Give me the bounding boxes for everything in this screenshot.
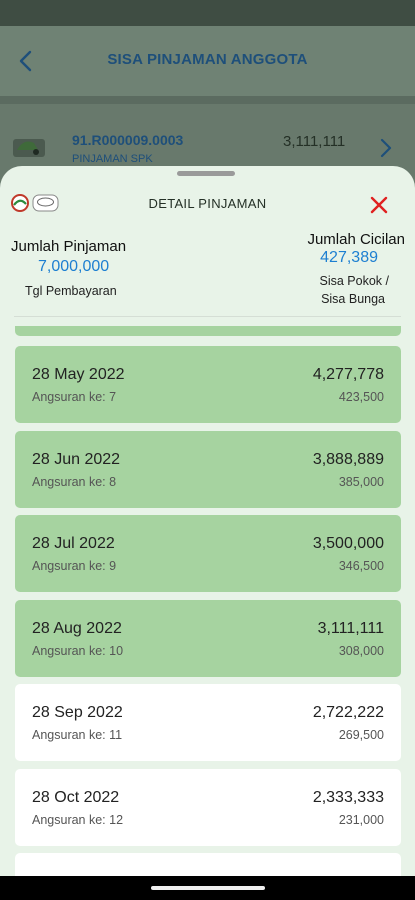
status-bar — [0, 0, 415, 26]
installment-row[interactable]: 28 Jul 2022 Angsuran ke: 9 3,500,000 346… — [15, 515, 401, 592]
installment-date: 28 Sep 2022 — [32, 704, 123, 721]
installment-row-partial — [15, 326, 401, 336]
system-navigation-bar — [0, 876, 415, 900]
loan-total-label: Jumlah Pinjaman — [11, 238, 127, 255]
payment-date-header: Tgl Pembayaran — [25, 284, 117, 298]
close-icon — [370, 196, 388, 214]
installment-row[interactable]: 28 Jun 2022 Angsuran ke: 8 3,888,889 385… — [15, 431, 401, 508]
loan-logo-icon — [13, 139, 45, 157]
divider — [14, 316, 401, 317]
close-button[interactable] — [364, 190, 394, 220]
remaining-interest: 231,000 — [338, 813, 384, 827]
installment-number: Angsuran ke: 8 — [32, 475, 117, 489]
installment-number: Angsuran ke: 9 — [32, 559, 117, 573]
page-title: SISA PINJAMAN ANGGOTA — [107, 51, 308, 68]
loan-remaining-amount: 3,111,111 — [283, 133, 346, 150]
loan-code: 91.R000009.0003 — [72, 132, 184, 148]
remaining-principal: 2,333,333 — [312, 789, 384, 806]
installment-number: Angsuran ke: 7 — [32, 390, 117, 404]
installment-number: Angsuran ke: 10 — [32, 644, 124, 658]
sheet-title: DETAIL PINJAMAN — [148, 196, 267, 211]
installment-row[interactable]: 28 Oct 2022 Angsuran ke: 12 2,333,333 23… — [15, 769, 401, 846]
remaining-interest: 385,000 — [338, 475, 384, 489]
remaining-principal: 2,722,222 — [312, 704, 384, 721]
remaining-interest: 308,000 — [338, 644, 384, 658]
installment-number: Angsuran ke: 11 — [32, 728, 123, 742]
remaining-interest: 423,500 — [338, 390, 384, 404]
remaining-principal: 3,888,889 — [312, 451, 384, 468]
loan-type: PINJAMAN SPK — [72, 153, 153, 165]
installment-number: Angsuran ke: 12 — [32, 813, 124, 827]
remaining-principal: 3,500,000 — [312, 535, 384, 552]
installment-date: 28 Jun 2022 — [32, 451, 121, 468]
drag-handle[interactable] — [177, 171, 235, 176]
installment-row[interactable]: 28 Sep 2022 Angsuran ke: 11 2,722,222 26… — [15, 684, 401, 761]
installment-date: 28 Jul 2022 — [32, 535, 115, 552]
remaining-principal-header: Sisa Pokok / — [319, 274, 389, 288]
installment-list[interactable]: 28 May 2022 Angsuran ke: 7 4,277,778 423… — [15, 326, 401, 876]
remaining-principal: 4,277,778 — [312, 366, 384, 383]
installment-date: 28 Oct 2022 — [32, 789, 120, 806]
app-bar: SISA PINJAMAN ANGGOTA — [0, 26, 415, 96]
installment-row[interactable]: 28 May 2022 Angsuran ke: 7 4,277,778 423… — [15, 346, 401, 423]
installment-date: 28 Aug 2022 — [32, 620, 122, 637]
remaining-interest-header: Sisa Bunga — [321, 292, 385, 306]
remaining-principal: 3,111,111 — [317, 620, 384, 637]
installment-row-partial — [15, 853, 401, 876]
loan-total-value: 7,000,000 — [38, 258, 110, 275]
chevron-right-icon — [380, 138, 392, 158]
installment-amount-label: Jumlah Cicilan — [307, 231, 405, 248]
remaining-interest: 269,500 — [338, 728, 384, 742]
installment-row[interactable]: 28 Aug 2022 Angsuran ke: 10 3,111,111 30… — [15, 600, 401, 677]
detail-bottom-sheet: DETAIL PINJAMAN Jumlah Pinjaman 7,000,00… — [0, 166, 415, 876]
installment-date: 28 May 2022 — [32, 366, 125, 383]
installment-amount-value: 427,389 — [320, 249, 378, 266]
remaining-interest: 346,500 — [338, 559, 384, 573]
home-gesture-bar[interactable] — [151, 886, 265, 890]
